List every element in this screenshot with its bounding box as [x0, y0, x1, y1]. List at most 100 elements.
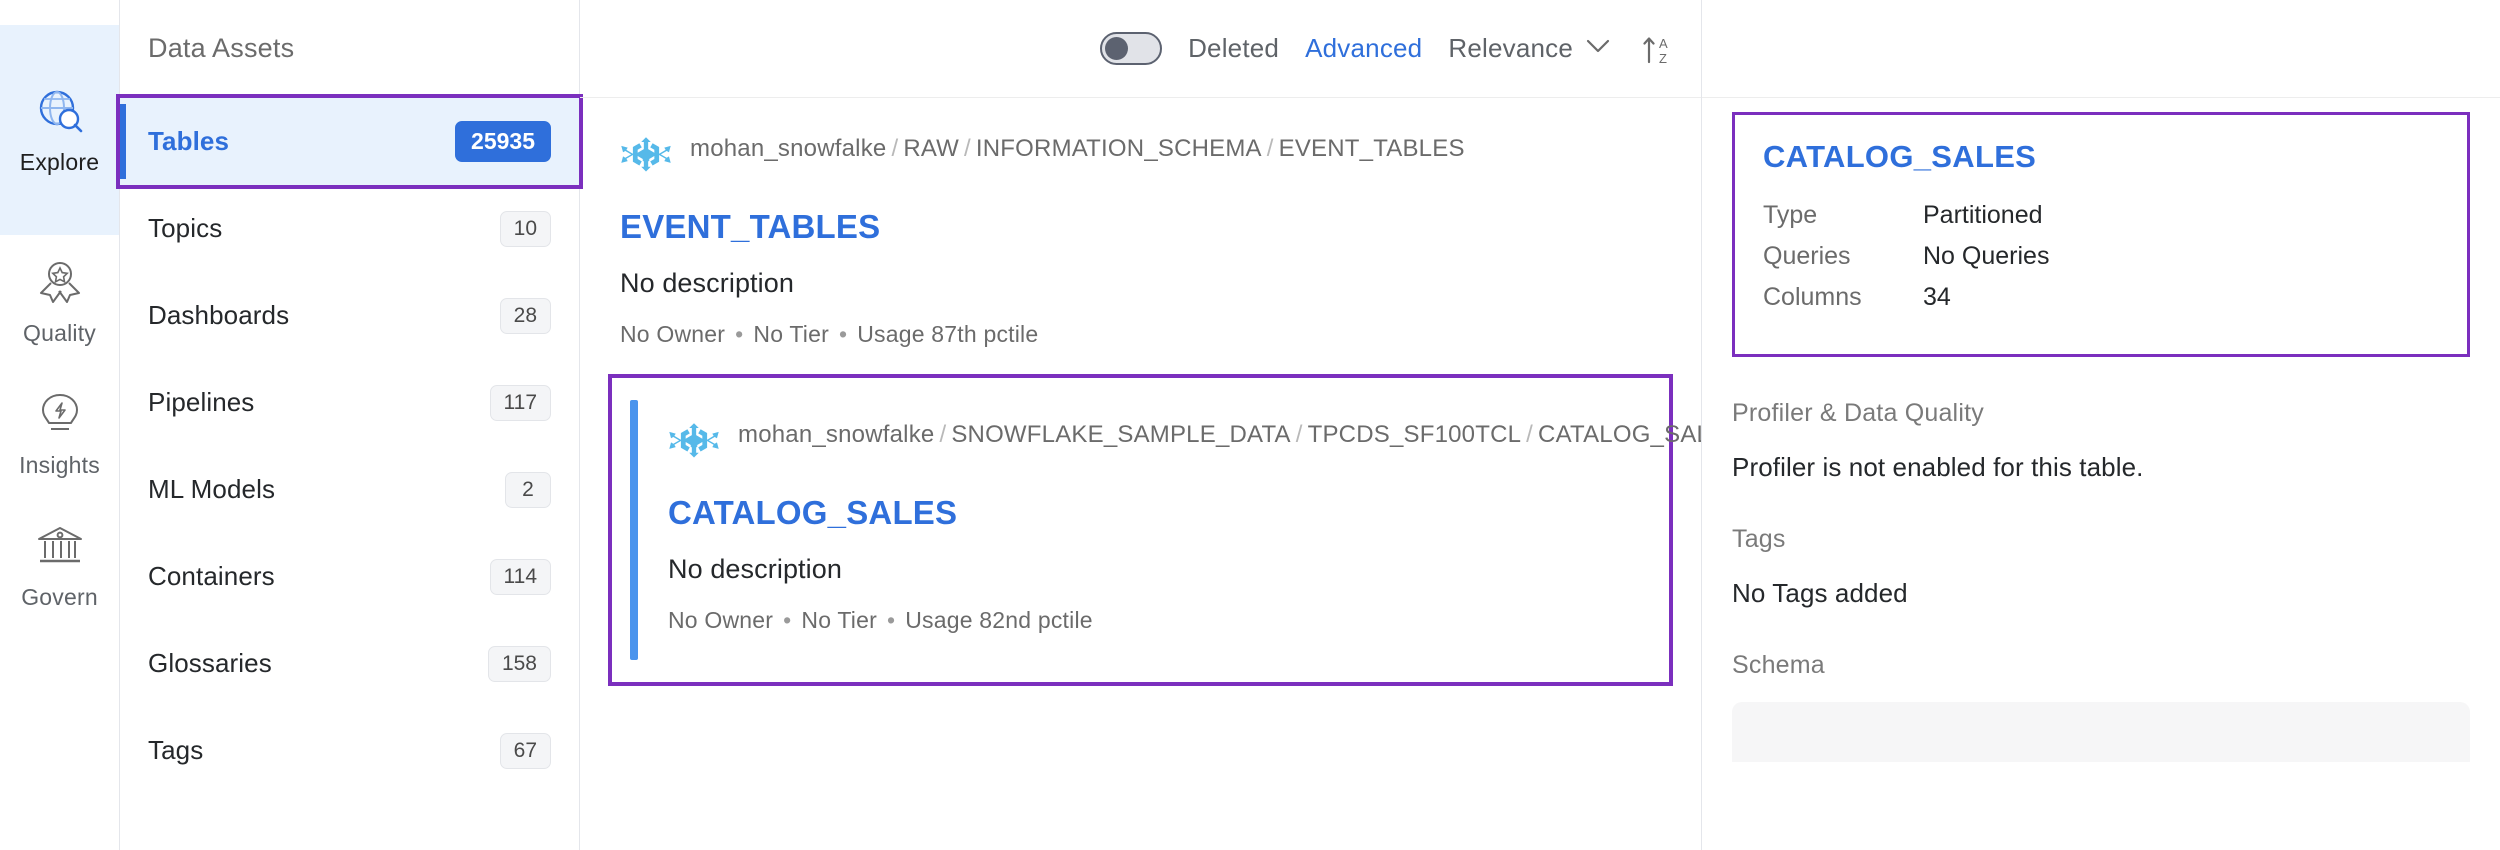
facet-list: Tables 25935 Topics 10 Dashboards 28 Pip… — [116, 94, 583, 794]
breadcrumb-text: mohan_snowfalke / SNOWFLAKE_SAMPLE_DATA / TP… — [738, 418, 1701, 453]
rail-item-quality[interactable]: Quality — [0, 235, 119, 367]
result-title-link[interactable]: EVENT_TABLES — [620, 208, 1661, 246]
schema-section-label: Schema — [1732, 651, 1825, 679]
breadcrumb: mohan_snowfalke / RAW / INFORMATION_SCHEMA / E… — [620, 132, 1661, 186]
preview-panel-body: CATALOG_SALES Type Partitioned Queries N… — [1702, 98, 2500, 850]
breadcrumb-text: mohan_snowfalke / RAW / INFORMATION_SCHEMA / E… — [690, 132, 1464, 167]
facet-item-count: 2 — [505, 471, 551, 508]
svg-text:A: A — [1659, 36, 1668, 51]
breadcrumb-segment: SNOWFLAKE_SAMPLE_DATA — [951, 421, 1291, 448]
facet-item-tags[interactable]: Tags 67 — [120, 707, 579, 794]
rail-item-label: Explore — [19, 148, 100, 175]
result-meta: No Owner • No Tier • Usage 87th pctile — [620, 321, 1661, 348]
preview-panel-header-spacer — [1702, 0, 2500, 98]
rail-item-label: Govern — [21, 583, 98, 610]
breadcrumb-segment: TPCDS_SF100TCL — [1307, 421, 1522, 448]
facet-item-dashboards[interactable]: Dashboards 28 — [120, 272, 579, 359]
sort-by-dropdown[interactable]: Relevance — [1448, 33, 1611, 64]
result-card[interactable]: mohan_snowfalke / RAW / INFORMATION_SCHEMA / E… — [580, 98, 1701, 374]
facet-item-label: Tables — [148, 126, 230, 156]
rail-item-label: Insights — [19, 451, 100, 478]
result-description: No description — [668, 554, 842, 584]
breadcrumb-segment: CATALOG_SALES — [1538, 421, 1701, 448]
summary-key: Type — [1763, 201, 1818, 229]
result-description: No description — [620, 268, 794, 298]
summary-key: Columns — [1763, 283, 1862, 311]
summary-value: 34 — [1923, 283, 1951, 311]
facet-panel-header: Data Assets — [120, 0, 579, 98]
meta-separator: • — [783, 607, 792, 633]
facet-item-containers[interactable]: Containers 114 — [120, 533, 579, 620]
facet-item-pipelines[interactable]: Pipelines 117 — [120, 359, 579, 446]
breadcrumb-segment: mohan_snowfalke — [690, 135, 887, 162]
facet-panel-title: Data Assets — [148, 33, 295, 63]
tags-section-value: No Tags added — [1732, 578, 1908, 608]
summary-row: Type Partitioned — [1763, 201, 2439, 230]
facet-item-count: 10 — [499, 210, 551, 247]
lightbulb-icon — [32, 388, 88, 440]
breadcrumb-segment: EVENT_TABLES — [1278, 135, 1465, 162]
snowflake-icon — [668, 420, 720, 472]
facet-item-label: Tags — [148, 735, 204, 765]
advanced-search-link[interactable]: Advanced — [1305, 33, 1422, 64]
breadcrumb-separator: / — [1526, 421, 1534, 448]
meta-separator: • — [886, 607, 896, 633]
globe-search-icon — [32, 85, 88, 137]
entity-summary-rows: Type Partitioned Queries No Queries Colu… — [1763, 201, 2439, 312]
rail-item-label: Quality — [23, 319, 96, 346]
facet-item-count: 28 — [499, 297, 551, 334]
snowflake-icon — [620, 134, 672, 186]
facet-item-count: 67 — [499, 732, 551, 769]
result-tier: No Tier — [753, 321, 829, 347]
profiler-section-value: Profiler is not enabled for this table. — [1732, 452, 2144, 482]
sort-by-value: Relevance — [1448, 33, 1573, 63]
schema-table-header — [1732, 702, 2470, 762]
rail-item-govern[interactable]: Govern — [0, 499, 119, 631]
facet-item-label: ML Models — [148, 474, 276, 504]
facet-item-glossaries[interactable]: Glossaries 158 — [120, 620, 579, 707]
search-results-column: Deleted Advanced Relevance A Z mohan_sno… — [580, 0, 1702, 850]
deleted-toggle[interactable] — [1100, 32, 1163, 65]
facet-item-label: Pipelines — [148, 387, 255, 417]
facet-panel: Data Assets Tables 25935 Topics 10 Dashb… — [116, 0, 583, 850]
facet-item-tables[interactable]: Tables 25935 — [116, 94, 583, 189]
breadcrumb: mohan_snowfalke / SNOWFLAKE_SAMPLE_DATA / TP… — [668, 418, 1701, 472]
result-card[interactable]: mohan_snowfalke / SNOWFLAKE_SAMPLE_DATA / TP… — [608, 374, 1701, 686]
summary-value: Partitioned — [1923, 201, 2043, 229]
summary-value: No Queries — [1923, 242, 2050, 270]
facet-item-count: 114 — [489, 558, 551, 595]
sort-ascending-az-icon[interactable]: A Z — [1637, 31, 1675, 67]
facet-item-ml-models[interactable]: ML Models 2 — [120, 446, 579, 533]
rail-item-explore[interactable]: Explore — [0, 25, 119, 235]
breadcrumb-separator: / — [891, 135, 899, 162]
app-root: Explore Quality Insights Govern Data Ass… — [0, 0, 2500, 850]
facet-item-count: 25935 — [455, 121, 551, 162]
rail-item-insights[interactable]: Insights — [0, 367, 119, 499]
meta-separator: • — [838, 321, 848, 347]
result-usage: Usage 87th pctile — [857, 321, 1039, 347]
svg-text:Z: Z — [1659, 51, 1667, 66]
entity-title-link[interactable]: CATALOG_SALES — [1763, 139, 2439, 175]
result-usage: Usage 82nd pctile — [905, 607, 1093, 633]
entity-preview-panel: CATALOG_SALES Type Partitioned Queries N… — [1702, 0, 2500, 850]
breadcrumb-separator: / — [939, 421, 947, 448]
result-meta: No Owner • No Tier • Usage 82nd pctile — [668, 607, 1629, 634]
results-toolbar: Deleted Advanced Relevance A Z — [580, 0, 1701, 98]
facet-item-label: Dashboards — [148, 300, 290, 330]
facet-item-count: 117 — [489, 384, 551, 421]
breadcrumb-separator: / — [964, 135, 971, 162]
chevron-down-icon — [1585, 38, 1611, 59]
left-nav-rail: Explore Quality Insights Govern — [0, 0, 120, 850]
quality-badge-icon — [32, 256, 88, 308]
breadcrumb-separator: / — [1266, 135, 1274, 162]
facet-item-topics[interactable]: Topics 10 — [120, 185, 579, 272]
breadcrumb-segment: mohan_snowfalke — [738, 421, 935, 448]
facet-item-count: 158 — [487, 645, 551, 682]
results-list: mohan_snowfalke / RAW / INFORMATION_SCHEMA / E… — [580, 98, 1701, 850]
result-owner: No Owner — [620, 321, 726, 347]
entity-summary-card: CATALOG_SALES Type Partitioned Queries N… — [1732, 112, 2470, 357]
profiler-section-label: Profiler & Data Quality — [1732, 399, 1984, 427]
summary-row: Queries No Queries — [1763, 242, 2439, 271]
result-owner: No Owner — [668, 607, 774, 633]
result-title-link[interactable]: CATALOG_SALES — [668, 494, 1629, 532]
